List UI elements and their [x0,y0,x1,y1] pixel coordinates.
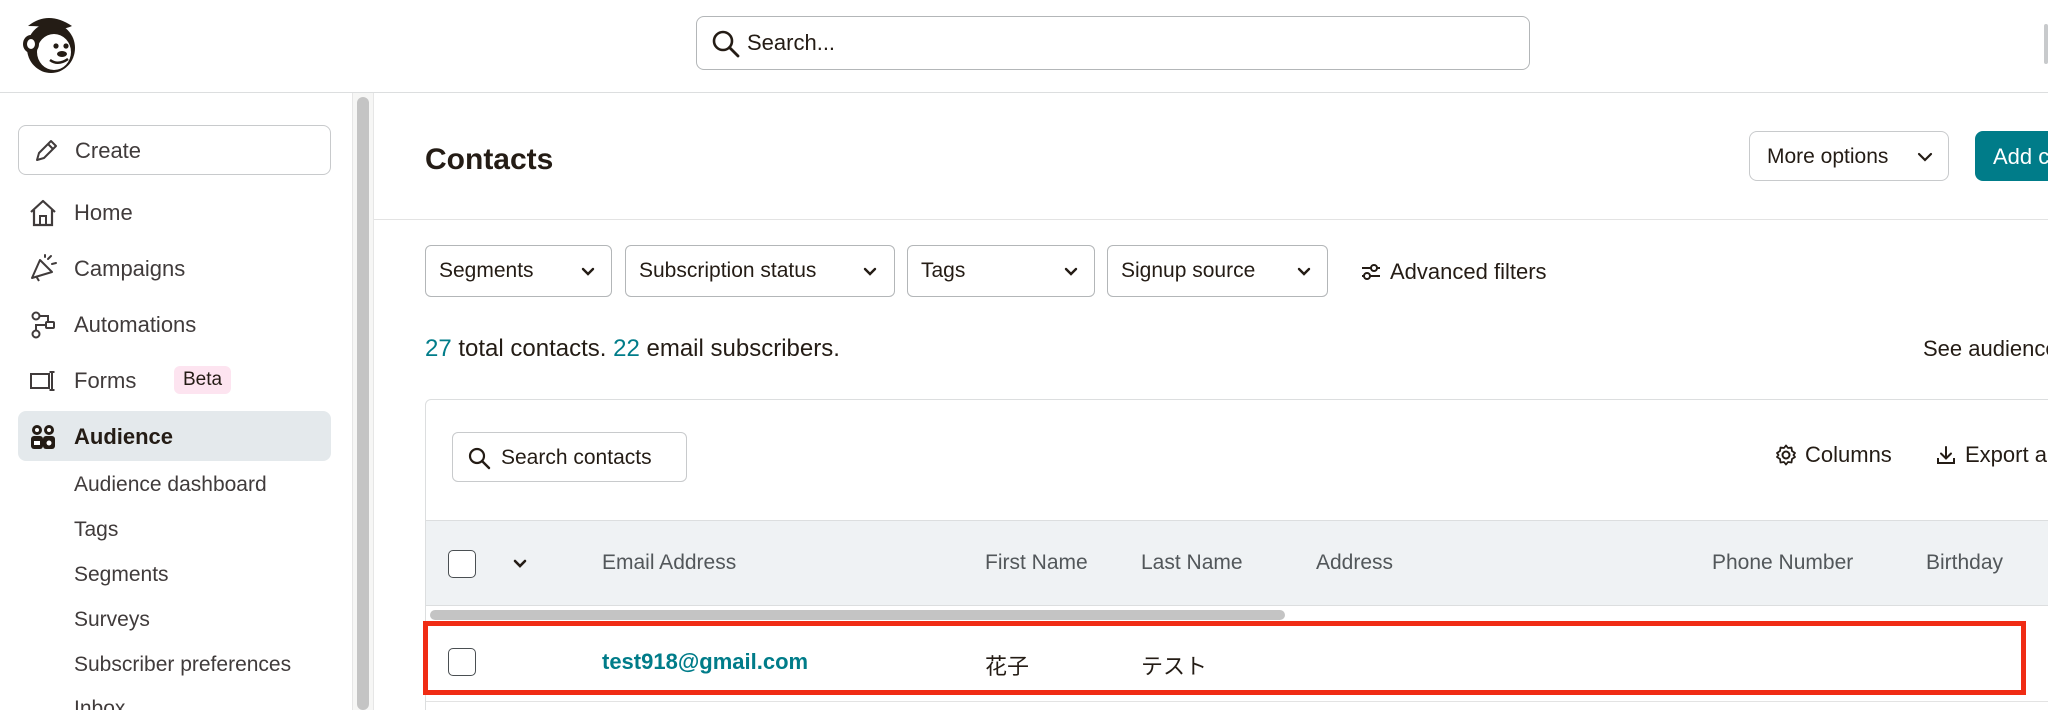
sidebar-item-label: Home [74,200,133,225]
sidebar-subitem-inbox[interactable]: Inbox [74,697,125,710]
column-header-phone-number[interactable]: Phone Number [1712,551,1853,575]
sidebar-subitem-subscriber-preferences[interactable]: Subscriber preferences [74,653,291,677]
filter-label: Tags [921,259,966,282]
see-audience-link[interactable]: See audience [1923,336,2048,362]
page-title: Contacts [425,143,554,176]
search-contacts-label: Search contacts [501,446,652,469]
sidebar-scrollbar[interactable] [352,93,374,710]
total-contacts-text: total contacts. [451,335,614,362]
filter-label: Signup source [1121,259,1256,282]
sidebar-subitem-audience-dashboard[interactable]: Audience dashboard [74,473,267,497]
sidebar-item-automations[interactable]: Automations [18,299,331,349]
beta-badge: Beta [174,366,232,394]
sidebar-scrollbar-thumb[interactable] [357,97,369,710]
export-audience-label: Export audience [1965,442,2048,467]
column-header-email[interactable]: Email Address [602,551,736,575]
add-contacts-button[interactable]: Add contacts [1975,131,2048,181]
filter-subscription-status[interactable]: Subscription status [625,245,895,297]
sidebar: Create Home Campaigns Automations Forms … [0,93,352,710]
sliders-icon [1362,264,1380,280]
contacts-table-panel: Search contacts Columns Export audience … [425,399,2048,710]
columns-label: Columns [1805,442,1892,467]
contact-email-link[interactable]: test918@gmail.com [602,649,808,675]
filter-tags[interactable]: Tags [907,245,1095,297]
automation-flow-icon [31,311,55,339]
table-row[interactable]: test918@gmail.com 花子 テスト [426,622,2048,702]
download-icon [1937,446,1955,464]
chevron-down-icon [1917,152,1933,162]
sidebar-item-label: Audience [74,424,174,449]
sidebar-item-campaigns[interactable]: Campaigns [18,243,331,293]
sidebar-subitem-segments[interactable]: Segments [74,563,169,587]
column-header-last-name[interactable]: Last Name [1141,551,1243,575]
contacts-summary: 27 total contacts. 22 email subscribers. [425,335,840,363]
row-checkbox[interactable] [448,648,476,676]
mailchimp-logo-icon[interactable] [18,12,80,76]
create-button[interactable]: Create [18,125,331,175]
global-search[interactable] [696,16,1530,70]
table-header: Email Address First Name Last Name Addre… [426,520,2048,606]
more-options-label: More options [1767,145,1889,168]
column-header-address[interactable]: Address [1316,551,1393,575]
sidebar-item-label: Automations [74,312,197,337]
add-contacts-label: Add contacts [1993,144,2048,169]
global-search-input[interactable] [747,17,1507,69]
home-icon [30,199,56,227]
sidebar-item-label: Forms [74,368,137,393]
gear-icon [1776,444,1796,466]
chevron-down-icon [1297,267,1311,276]
contact-first-name: 花子 [985,654,1030,679]
advanced-filters-label: Advanced filters [1390,259,1547,284]
select-all-checkbox[interactable] [448,550,476,578]
sidebar-item-label: Campaigns [74,256,186,281]
header-divider [374,219,2048,220]
chevron-down-icon[interactable] [512,556,528,572]
search-icon [468,447,491,470]
contact-last-name: テスト [1141,654,1208,679]
filter-signup-source[interactable]: Signup source [1107,245,1328,297]
table-horizontal-scrollbar[interactable] [430,610,1285,620]
search-icon [712,30,740,58]
sidebar-subitem-surveys[interactable]: Surveys [74,608,150,632]
sidebar-item-forms[interactable]: Forms Beta [18,355,331,405]
audience-icon [31,425,55,449]
column-header-birthday[interactable]: Birthday [1926,551,2003,575]
filter-segments[interactable]: Segments [425,245,612,297]
email-subscribers-text: email subscribers. [639,335,840,362]
megaphone-icon [31,254,57,282]
create-button-label: Create [75,138,142,163]
sidebar-item-home[interactable]: Home [18,187,331,237]
email-subscribers-count: 22 [613,335,640,362]
filter-label: Segments [439,259,534,282]
filter-label: Subscription status [639,259,817,282]
chevron-down-icon [1064,267,1078,276]
chevron-down-icon [863,267,877,276]
sidebar-item-audience[interactable]: Audience [18,411,331,461]
account-menu-edge[interactable] [2044,24,2048,64]
total-contacts-count: 27 [425,335,452,362]
column-header-first-name[interactable]: First Name [985,551,1088,575]
top-bar [0,0,2048,93]
main-content: Contacts More options Add contacts Segme… [374,93,2048,710]
chevron-down-icon [581,267,595,276]
sidebar-subitem-tags[interactable]: Tags [74,518,118,542]
search-contacts-button[interactable]: Search contacts [452,432,687,482]
form-icon [30,371,55,391]
pencil-icon [36,140,57,161]
more-options-button[interactable]: More options [1749,131,1949,181]
